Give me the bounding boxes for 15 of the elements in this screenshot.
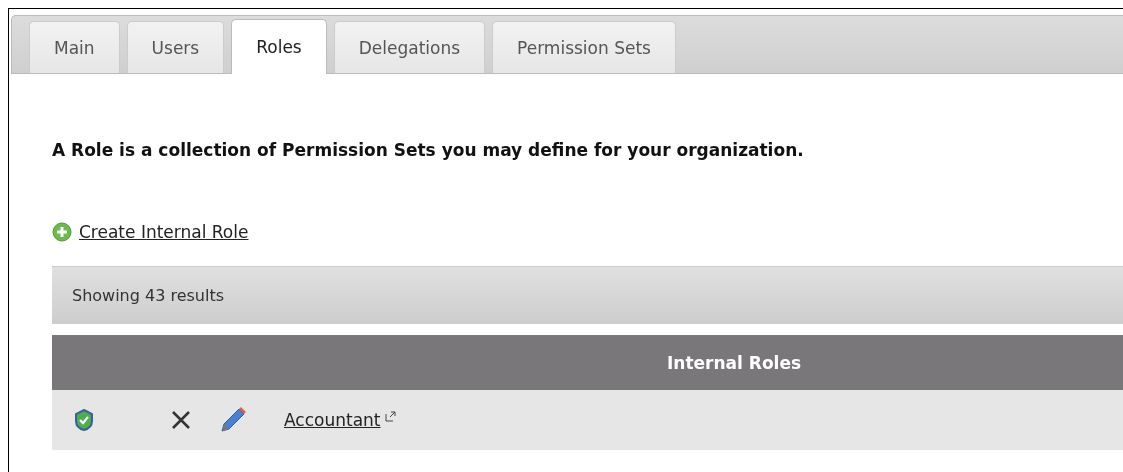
add-icon — [52, 222, 72, 242]
tab[interactable]: Users — [126, 21, 225, 73]
tab[interactable]: Main — [29, 21, 120, 73]
tab[interactable]: Delegations — [333, 21, 486, 73]
external-link-icon[interactable] — [384, 410, 396, 422]
tab[interactable]: Roles — [231, 19, 327, 74]
delete-icon[interactable] — [170, 409, 192, 431]
column-header: Internal Roles — [667, 352, 802, 373]
role-link[interactable]: Accountant — [284, 410, 381, 430]
results-count: Showing 43 results — [72, 286, 225, 305]
pencil-icon[interactable] — [218, 405, 248, 435]
shield-check-icon[interactable] — [74, 409, 94, 431]
tab[interactable]: Permission Sets — [492, 21, 676, 73]
intro-text: A Role is a collection of Permission Sets you may define for your organization. — [52, 140, 805, 160]
create-role-link[interactable]: Create Internal Role — [79, 222, 249, 242]
